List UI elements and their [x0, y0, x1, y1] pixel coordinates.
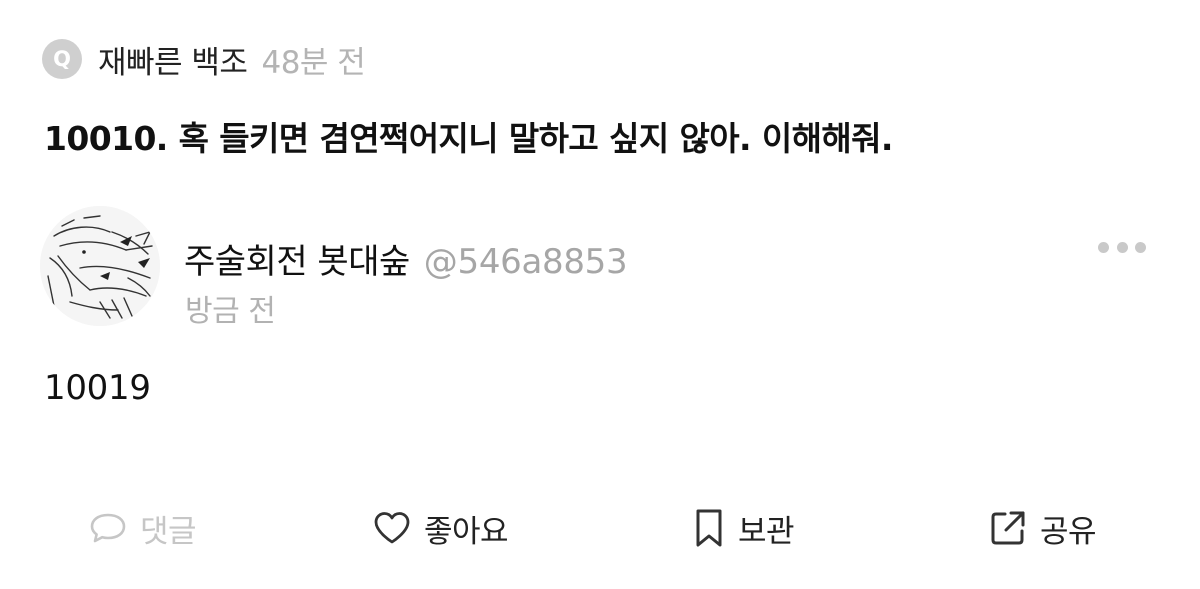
question-badge-icon: Q [42, 39, 82, 79]
question-header: Q 재빠른 백조 48분 전 [42, 36, 366, 82]
comment-label: 댓글 [140, 513, 197, 550]
save-button[interactable]: 보관 [692, 500, 795, 556]
question-text: 10010. 혹 들키면 겸연쩍어지니 말하고 싶지 않아. 이해해줘. [44, 119, 893, 158]
more-dots-icon [1116, 241, 1128, 253]
share-label: 공유 [1040, 513, 1097, 550]
more-dots-icon [1098, 241, 1109, 253]
action-bar: 댓글 좋아요 보관 공유 [0, 500, 1200, 556]
comment-button[interactable]: 댓글 [88, 500, 197, 556]
share-external-icon [991, 511, 1025, 545]
author-name[interactable]: 주술회전 봇대숲 [184, 234, 410, 283]
save-label: 보관 [738, 513, 795, 550]
author-line: 주술회전 봇대숲 @546a8853 [184, 234, 628, 283]
question-timestamp: 48분 전 [261, 44, 366, 81]
heart-icon [374, 512, 410, 544]
comment-bubble-icon [90, 513, 126, 543]
like-button[interactable]: 좋아요 [372, 500, 509, 556]
avatar[interactable] [40, 206, 160, 326]
like-label: 좋아요 [424, 513, 509, 550]
answer-text: 10019 [44, 368, 151, 408]
share-button[interactable]: 공유 [988, 500, 1097, 556]
bookmark-icon [696, 509, 722, 547]
more-dots-icon [1135, 241, 1146, 253]
more-options-button[interactable] [1094, 232, 1150, 262]
asker-name[interactable]: 재빠른 백조 [98, 37, 248, 82]
answer-timestamp: 방금 전 [185, 294, 276, 329]
avatar-illustration [40, 206, 160, 326]
author-handle[interactable]: @546a8853 [424, 242, 628, 282]
